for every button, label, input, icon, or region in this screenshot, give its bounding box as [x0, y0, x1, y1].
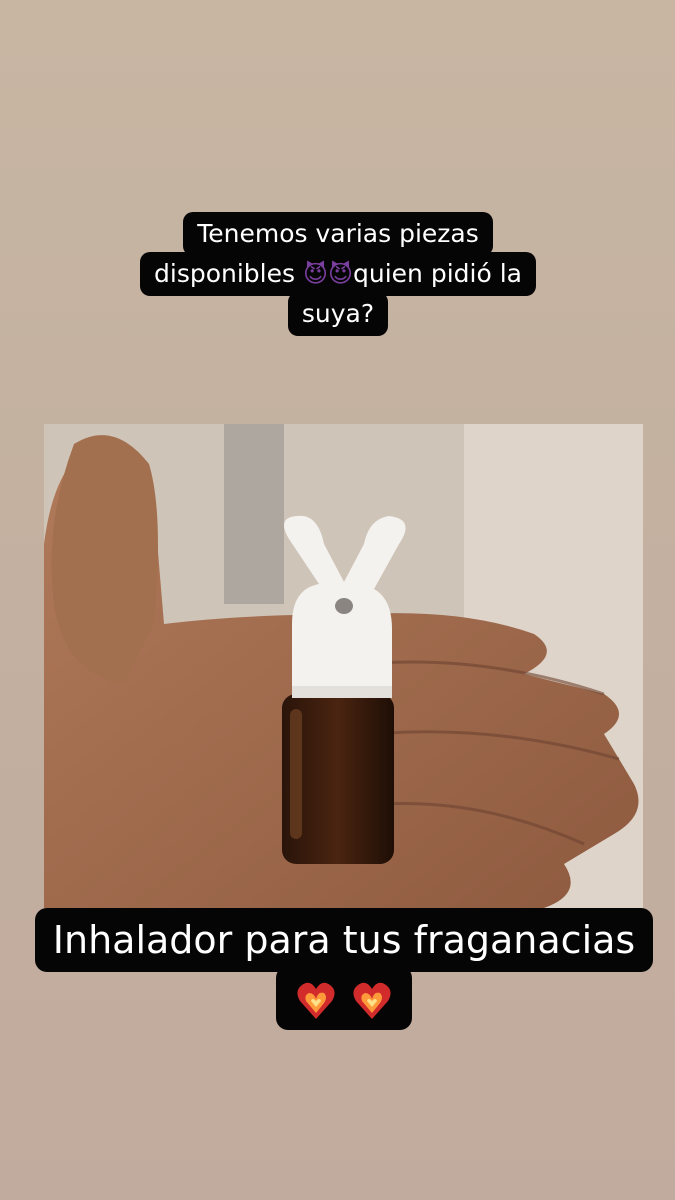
caption-line-1: Tenemos varias piezas [183, 212, 493, 256]
hand-holding-inhaler-icon [44, 424, 643, 908]
caption-title: Inhalador para tus fraganacias [34, 908, 654, 972]
smiling-devil-emoji-icon: 😈😈 [302, 260, 354, 288]
heart-on-fire-emoji-row: ❤️‍🔥❤️‍🔥 [275, 966, 413, 1030]
caption-line-2-start: disponibles [154, 259, 303, 288]
bottom-caption: Inhalador para tus fraganacias ❤️‍🔥❤️‍🔥 [34, 908, 654, 1030]
product-photo [44, 424, 643, 908]
heart-on-fire-icon [353, 982, 391, 1019]
caption-line-3: suya? [287, 292, 389, 336]
heart-on-fire-icon [297, 982, 335, 1019]
caption-line-2: disponibles 😈😈quien pidió la [140, 252, 536, 296]
top-caption: Tenemos varias piezas disponibles 😈😈quie… [118, 212, 558, 336]
caption-line-2-end: quien pidió la [353, 259, 522, 288]
